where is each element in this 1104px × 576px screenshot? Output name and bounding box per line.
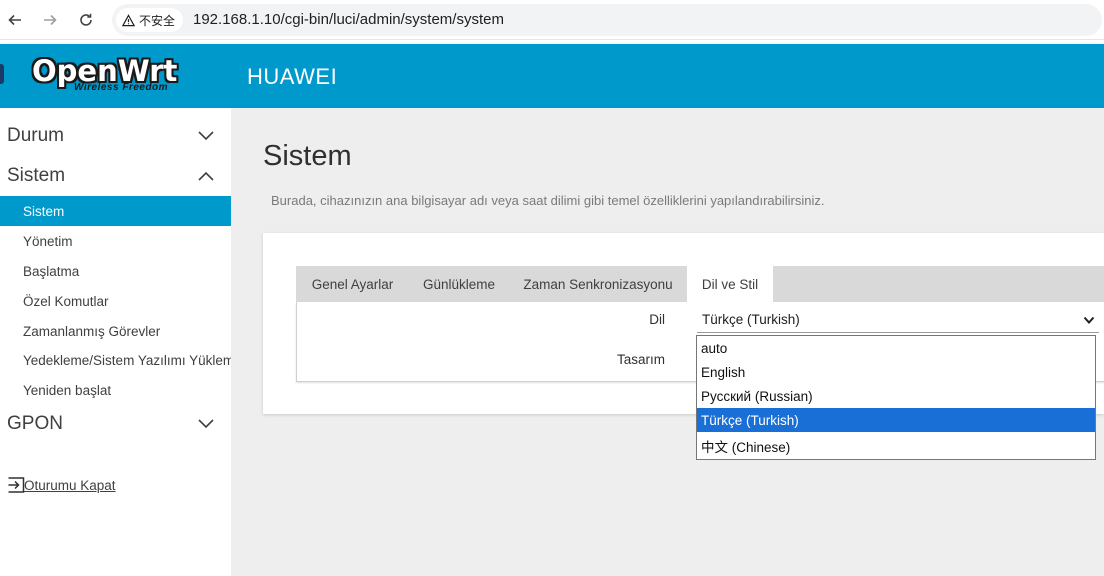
reload-button[interactable] [74, 8, 98, 32]
page-title: Sistem [263, 140, 352, 172]
security-label: 不安全 [139, 13, 176, 28]
language-select[interactable]: Türkçe (Turkish) [697, 307, 1099, 333]
chevron-down-icon [1083, 316, 1095, 324]
page-description: Burada, cihazınızın ana bilgisayar adı v… [271, 193, 825, 208]
sidebar-item-label: Zamanlanmış Görevler [23, 323, 161, 339]
dropdown-option-turkish[interactable]: Türkçe (Turkish) [697, 408, 1095, 432]
dropdown-option-english[interactable]: English [697, 360, 1095, 384]
chevron-down-icon [198, 131, 214, 141]
tab-label: Günlükleme [422, 276, 496, 292]
sidebar-category-durum[interactable]: Durum [0, 116, 231, 156]
sidebar-category-gpon[interactable]: GPON [0, 404, 231, 444]
back-button[interactable] [3, 8, 27, 32]
sidebar-item-label: Yönetim [23, 233, 73, 249]
reload-icon [80, 13, 92, 26]
tab-label: Dil ve Stil [701, 276, 759, 292]
logout-link[interactable]: Oturumu Kapat [7, 476, 116, 494]
arrow-right-icon [44, 14, 57, 26]
sidebar-item-yedekleme[interactable]: Yedekleme/Sistem Yazılımı Yükleme [0, 345, 231, 375]
tab-label: Zaman Senkronizasyonu [523, 276, 673, 292]
language-select-value: Türkçe (Turkish) [702, 312, 800, 327]
sidebar: Durum Sistem Sistem Yönetim Başlatma Öze… [0, 108, 231, 576]
category-label: Durum [7, 125, 65, 146]
tab-zaman-senkronizasyonu[interactable]: Zaman Senkronizasyonu [509, 266, 687, 302]
chevron-down-icon [198, 419, 214, 429]
security-indicator[interactable]: 不安全 [116, 8, 184, 32]
openwrt-logo[interactable]: OpenWrt Wireless Freedom [32, 56, 177, 93]
tab-bar: Genel Ayarlar Günlükleme Zaman Senkroniz… [296, 266, 1104, 302]
category-label: Sistem [7, 165, 66, 186]
sidebar-item-label: Yedekleme/Sistem Yazılımı Yükleme [23, 352, 231, 368]
sidebar-item-yonetim[interactable]: Yönetim [0, 226, 231, 256]
sidebar-item-label: Sistem [23, 203, 65, 219]
dropdown-option-russian[interactable]: Русский (Russian) [697, 384, 1095, 408]
sidebar-item-baslatma[interactable]: Başlatma [0, 256, 231, 286]
option-label: Русский (Russian) [701, 388, 813, 404]
header-edge-marker [0, 64, 4, 84]
tab-dil-ve-stil[interactable]: Dil ve Stil [687, 266, 773, 302]
sidebar-item-sistem[interactable]: Sistem [0, 196, 231, 226]
option-label: English [701, 364, 746, 380]
sidebar-item-ozel-komutlar[interactable]: Özel Komutlar [0, 286, 231, 316]
hostname: HUAWEI [247, 64, 338, 89]
sidebar-item-label: Özel Komutlar [23, 293, 109, 309]
sidebar-item-label: Yeniden başlat [23, 382, 112, 398]
option-label: 中文 (Chinese) [701, 440, 791, 455]
option-label: Türkçe (Turkish) [701, 412, 799, 428]
logout-icon [8, 477, 25, 493]
arrow-left-icon [8, 14, 21, 26]
option-label: auto [701, 340, 728, 356]
header-bar: OpenWrt Wireless Freedom HUAWEI [0, 44, 1104, 108]
dropdown-option-auto[interactable]: auto [697, 336, 1095, 360]
url-text[interactable]: 192.168.1.10/cgi-bin/luci/admin/system/s… [193, 11, 504, 28]
tab-label: Genel Ayarlar [311, 276, 394, 292]
category-label: GPON [7, 413, 63, 434]
logo-sub-text: Wireless Freedom [74, 82, 169, 93]
sidebar-category-sistem[interactable]: Sistem [0, 156, 231, 196]
logout-label: Oturumu Kapat [24, 477, 116, 493]
chevron-up-icon [198, 171, 214, 181]
language-dropdown-list: auto English Русский (Russian) Türkçe (T… [696, 335, 1096, 460]
sidebar-item-yeniden-baslat[interactable]: Yeniden başlat [0, 375, 231, 405]
forward-button[interactable] [38, 8, 62, 32]
warning-icon [122, 13, 135, 26]
sidebar-item-label: Başlatma [23, 263, 80, 279]
dropdown-option-chinese[interactable]: 中文 (Chinese) [697, 434, 1095, 458]
theme-label: Tasarım [616, 352, 665, 367]
tab-genel-ayarlar[interactable]: Genel Ayarlar [296, 266, 409, 302]
tab-gunlukleme[interactable]: Günlükleme [409, 266, 509, 302]
sidebar-item-zamanlanmis-gorevler[interactable]: Zamanlanmış Görevler [0, 316, 231, 346]
browser-toolbar: 不安全 192.168.1.10/cgi-bin/luci/admin/syst… [0, 0, 1104, 40]
language-label: Dil [649, 312, 665, 327]
